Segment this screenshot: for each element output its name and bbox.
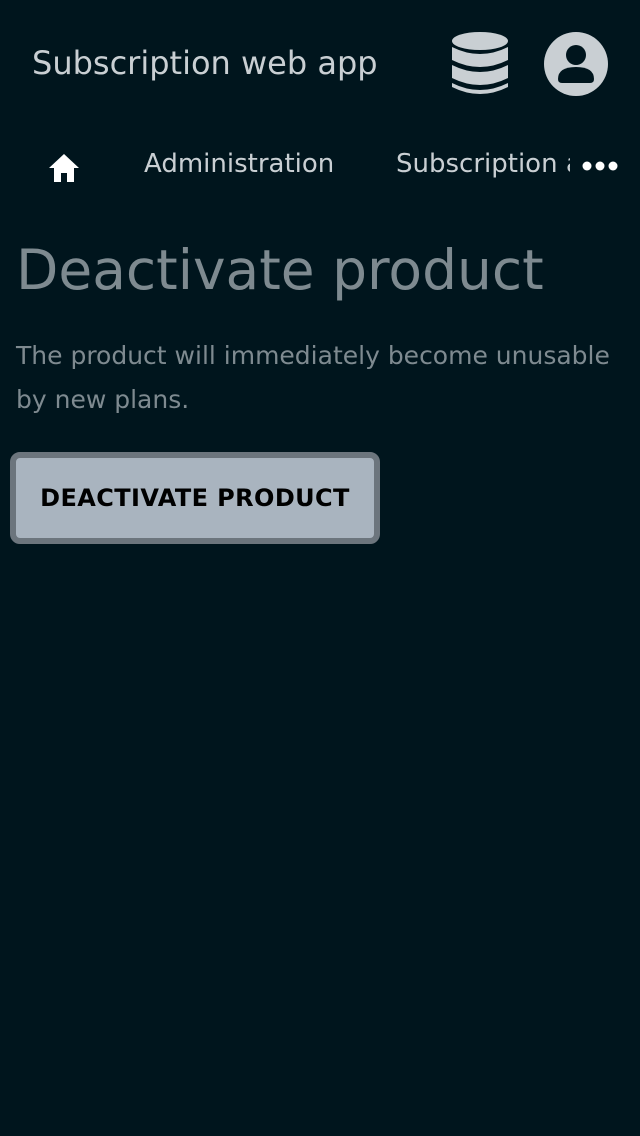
account-circle-icon [544, 32, 608, 96]
breadcrumb-home[interactable] [44, 148, 84, 188]
deactivate-product-button[interactable]: DEACTIVATE PRODUCT [10, 452, 380, 544]
app-title: Subscription web app [32, 44, 378, 82]
database-icon [452, 32, 508, 94]
home-icon [49, 154, 79, 182]
more-horizontal-icon [582, 161, 618, 171]
page-title: Deactivate product [16, 238, 544, 302]
breadcrumb: Administration Subscription and products [0, 128, 640, 204]
database-button[interactable] [444, 28, 516, 100]
breadcrumb-item-administration[interactable]: Administration [144, 148, 334, 180]
top-app-bar: Subscription web app [0, 0, 640, 128]
breadcrumb-more-button[interactable] [572, 146, 628, 186]
account-button[interactable] [540, 28, 612, 100]
breadcrumb-item-subscription[interactable]: Subscription and products [396, 148, 570, 180]
app-screen: Subscription web app Administration Subs… [0, 0, 640, 1136]
page-description: The product will immediately become unus… [16, 341, 610, 414]
